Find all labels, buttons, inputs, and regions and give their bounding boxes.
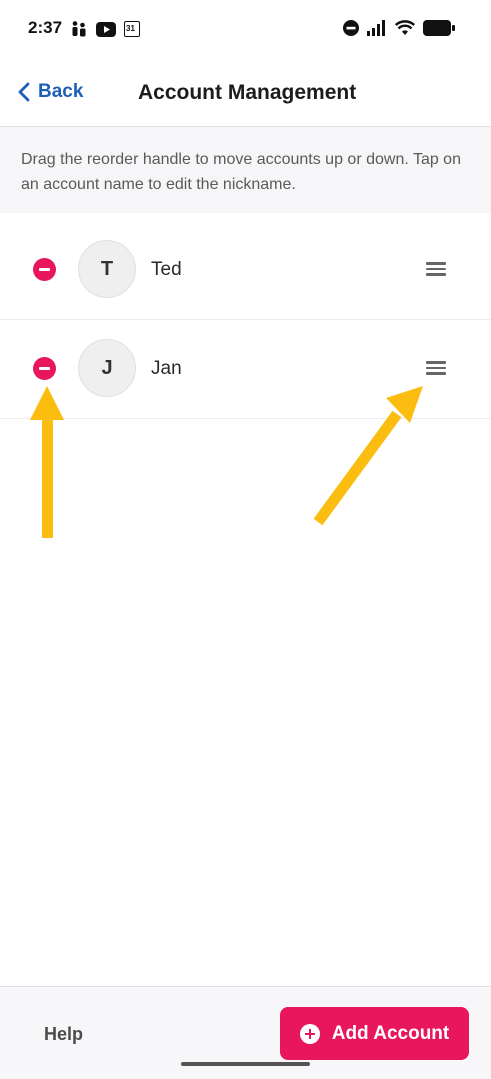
remove-account-button[interactable]	[33, 357, 56, 380]
account-row: J Jan	[0, 320, 491, 419]
calendar-day: 31	[126, 24, 135, 33]
help-link[interactable]: Help	[44, 1024, 83, 1045]
people-icon	[72, 21, 86, 37]
calendar-icon: 31	[124, 21, 140, 37]
home-indicator	[181, 1062, 310, 1066]
status-left-icons: 31	[70, 20, 140, 38]
wifi-icon	[395, 20, 415, 35]
signal-icon	[367, 20, 385, 36]
status-time: 2:37	[28, 18, 63, 37]
account-name[interactable]: Ted	[151, 259, 182, 281]
status-bar: 2:37 31	[0, 0, 491, 60]
avatar: T	[78, 240, 136, 298]
back-label: Back	[38, 81, 84, 102]
do-not-disturb-icon	[343, 20, 359, 36]
remove-account-button[interactable]	[33, 258, 56, 281]
reorder-handle-icon[interactable]	[426, 262, 446, 276]
back-button[interactable]: Back	[18, 81, 83, 103]
avatar: J	[78, 339, 136, 397]
chevron-left-icon	[18, 82, 30, 102]
reorder-handle-icon[interactable]	[426, 361, 446, 375]
youtube-icon	[96, 21, 116, 37]
add-account-label: Add Account	[331, 1022, 450, 1044]
page-title: Account Management	[138, 81, 357, 104]
account-name[interactable]: Jan	[151, 358, 182, 380]
account-row: T Ted	[0, 221, 491, 320]
status-right-icons	[343, 20, 455, 36]
battery-icon	[423, 20, 455, 36]
header: Back Account Management	[0, 60, 491, 127]
plus-circle-icon	[299, 1023, 320, 1044]
instructions-text: Drag the reorder handle to move accounts…	[0, 127, 491, 213]
add-account-button[interactable]: Add Account	[280, 1007, 469, 1060]
